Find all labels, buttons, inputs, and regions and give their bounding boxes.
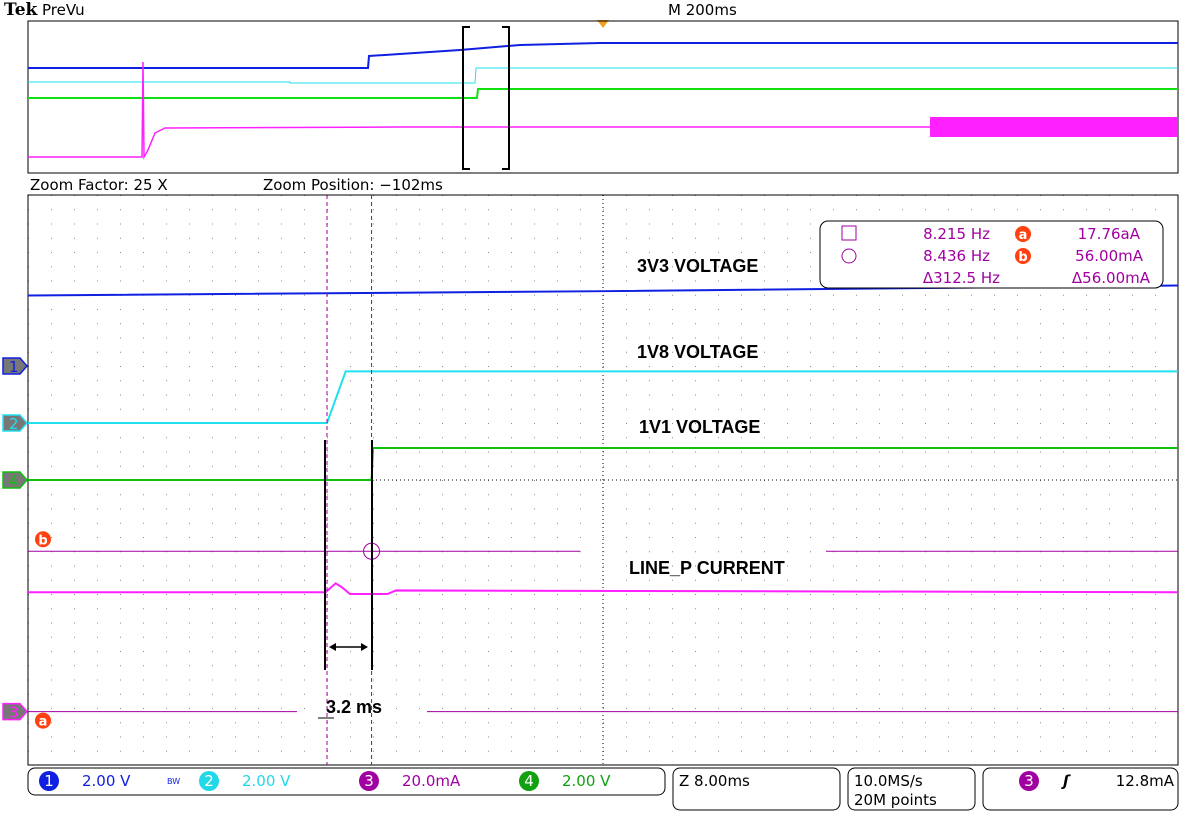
ch4-scale: 2.00 V [562,772,611,790]
oscilloscope-display: Tek PreVu M 200ms Zoom Factor: 25 X Zoom… [2,0,1179,811]
channel-status-box[interactable]: 1 2.00 V BW 2 2.00 V 3 20.0mA 4 2.00 V [27,767,666,796]
svg-text:a: a [39,715,48,730]
overview-ch4-trace [28,88,1178,99]
annotation-line-p-current: LINE_P CURRENT [629,558,785,578]
svg-text:3: 3 [1024,772,1034,790]
ch3-ground-marker[interactable]: 3 [2,702,28,722]
ch1-scale: 2.00 V [82,772,131,790]
trigger-level: 12.8mA [1116,772,1175,790]
svg-text:10.0MS/s: 10.0MS/s [854,772,923,790]
svg-text:Δ312.5 Hz: Δ312.5 Hz [923,269,1000,287]
ch3-scale: 20.0mA [402,772,461,790]
svg-text:20M points: 20M points [854,791,937,809]
annotation-1v1: 1V1 VOLTAGE [639,417,760,437]
ch4-ground-marker[interactable]: 4 [2,471,28,490]
svg-text:2: 2 [9,415,19,433]
timebase-label: M 200ms [668,1,737,19]
svg-text:8.436 Hz: 8.436 Hz [923,247,990,265]
overview-waveform[interactable] [27,20,1179,174]
svg-text:a: a [1019,228,1028,243]
svg-text:4: 4 [9,472,19,490]
zoom-position-label: Zoom Position: −102ms [263,176,443,194]
ch2-ground-marker[interactable]: 2 [2,414,28,433]
svg-text:56.00mA: 56.00mA [1075,247,1144,265]
overview-ch1-trace [28,42,1178,69]
annotation-3v3: 3V3 VOLTAGE [637,256,758,276]
trigger-box[interactable]: 3 ʃ 12.8mA [982,767,1179,811]
annotation-delay: 3.2 ms [326,697,382,717]
svg-text:Δ56.00mA: Δ56.00mA [1072,269,1151,287]
svg-text:17.76aA: 17.76aA [1078,225,1141,243]
svg-text:8.215 Hz: 8.215 Hz [923,225,990,243]
svg-text:4: 4 [524,772,534,790]
mode-label: PreVu [42,1,85,19]
ch2-scale: 2.00 V [242,772,291,790]
annotation-1v8: 1V8 VOLTAGE [637,342,758,362]
svg-text:Z 8.00ms: Z 8.00ms [679,772,750,790]
brand-logo: Tek [4,0,39,20]
ch1-ground-marker[interactable]: 1 [2,357,28,376]
svg-text:b: b [1018,250,1027,265]
svg-text:3: 3 [9,704,19,722]
zoom-factor-label: Zoom Factor: 25 X [30,176,168,194]
svg-text:3: 3 [364,772,374,790]
acquisition-box[interactable]: 10.0MS/s 20M points [847,767,976,811]
svg-text:1: 1 [44,772,54,790]
svg-text:2: 2 [204,772,214,790]
svg-text:1: 1 [9,358,19,376]
cursor-readout: 8.215 Hz 8.436 Hz Δ312.5 Hz a b 17.76aA … [819,220,1164,289]
zoom-scale-box[interactable]: Z 8.00ms [672,767,841,811]
overview-ch2-trace [28,67,1178,84]
bw-limit-icon: BW [167,777,180,786]
svg-text:b: b [38,533,47,548]
overview-ch3-trace [28,61,930,160]
overview-ch3-burst [930,117,1178,137]
